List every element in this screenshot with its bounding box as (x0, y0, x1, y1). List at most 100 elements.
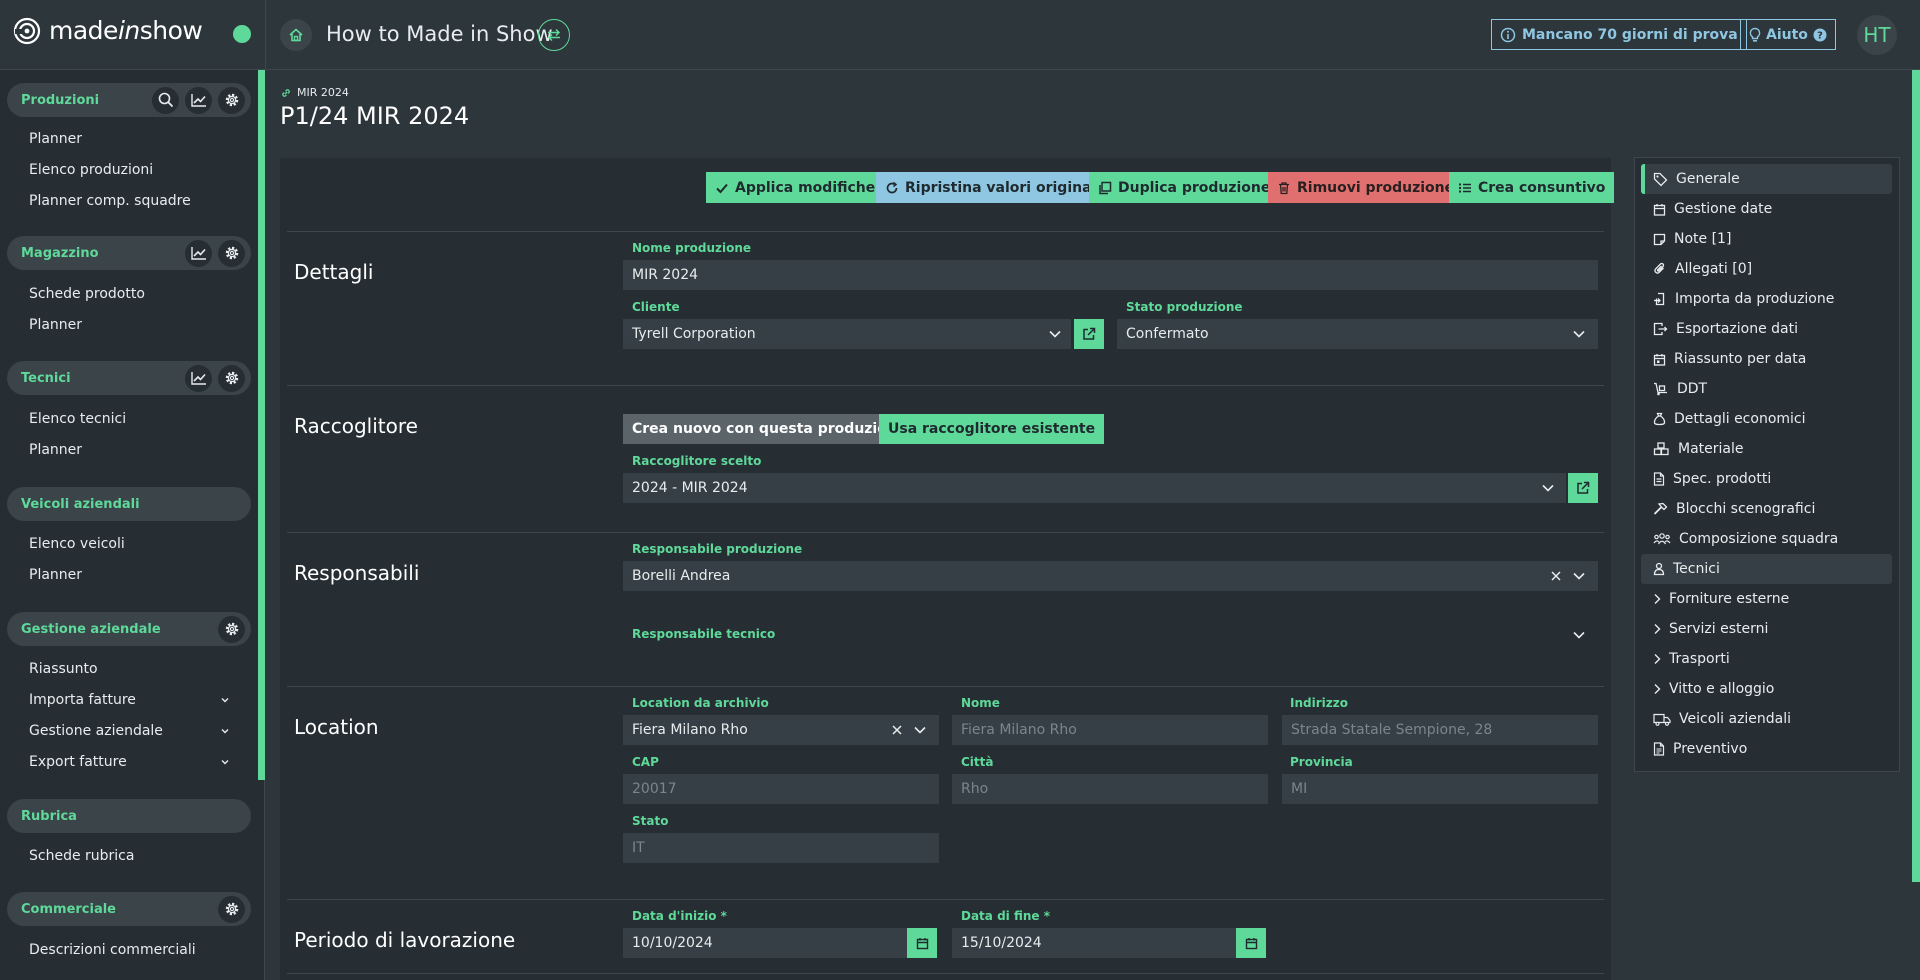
data-inizio-calendar-button[interactable] (907, 928, 937, 958)
sidebar-item-importa-fatture[interactable]: Importa fatture (29, 692, 136, 708)
chevron-down-icon[interactable] (1541, 483, 1555, 493)
use-existing-folder-option[interactable]: Usa raccoglitore esistente (879, 414, 1105, 444)
duplicate-production-button[interactable]: Duplica produzione (1089, 172, 1280, 203)
stato-input[interactable]: IT (623, 833, 939, 863)
nav-generale[interactable]: Generale (1641, 164, 1892, 194)
sidebar-item-planner[interactable]: Planner (29, 131, 82, 147)
search-icon (158, 92, 174, 108)
nav-dettagli-economici[interactable]: Dettagli economici (1641, 404, 1892, 434)
create-new-folder-option[interactable]: Crea nuovo con questa produzione (623, 414, 916, 444)
nav-allegati[interactable]: Allegati [0] (1641, 254, 1892, 284)
export-icon (1653, 322, 1668, 336)
stats-button[interactable] (185, 239, 212, 267)
data-inizio-input[interactable]: 10/10/2024 (623, 928, 907, 958)
avatar[interactable]: HT (1857, 15, 1897, 55)
nav-gestione-date[interactable]: Gestione date (1641, 194, 1892, 224)
nav-importa-da-produzione[interactable]: Importa da produzione (1641, 284, 1892, 314)
sidebar-item-schede-prodotto[interactable]: Schede prodotto (29, 286, 145, 302)
help-button[interactable]: Aiuto ? (1740, 19, 1836, 50)
clear-x-icon[interactable] (1550, 570, 1562, 582)
responsabile-produzione-select[interactable]: Borelli Andrea (623, 561, 1598, 591)
sidebar-group-gestione-aziendale[interactable]: Gestione aziendale (7, 612, 251, 646)
nav-esportazione-dati[interactable]: Esportazione dati (1641, 314, 1892, 344)
search-button[interactable] (152, 86, 179, 114)
nav-ddt[interactable]: DDT (1641, 374, 1892, 404)
nav-veicoli-aziendali[interactable]: Veicoli aziendali (1641, 704, 1892, 734)
trial-text: Mancano 70 giorni di prova (1522, 26, 1738, 43)
nav-riassunto-per-data[interactable]: Riassunto per data (1641, 344, 1892, 374)
settings-button[interactable] (218, 239, 245, 267)
reset-values-button[interactable]: Ripristina valori originali (876, 172, 1111, 203)
chevron-down-icon[interactable] (220, 695, 230, 705)
sidebar-group-rubrica[interactable]: Rubrica (7, 799, 251, 833)
data-fine-calendar-button[interactable] (1236, 928, 1266, 958)
clear-x-icon[interactable] (891, 724, 903, 736)
sidebar-item-export-fatture[interactable]: Export fatture (29, 754, 127, 770)
settings-button[interactable] (218, 615, 245, 643)
nav-spec-prodotti[interactable]: Spec. prodotti (1641, 464, 1892, 494)
sidebar-item-planner-comp-squadre[interactable]: Planner comp. squadre (29, 193, 191, 209)
nav-tecnici[interactable]: Tecnici (1641, 554, 1892, 584)
remove-production-button[interactable]: Rimuovi produzione (1268, 172, 1464, 203)
sidebar-item-gestione-aziendale[interactable]: Gestione aziendale (29, 723, 163, 739)
nav-trasporti[interactable]: Trasporti (1641, 644, 1892, 674)
stats-button[interactable] (185, 364, 212, 392)
settings-button[interactable] (218, 86, 245, 114)
sidebar-scrollbar[interactable] (258, 70, 265, 780)
trial-badge[interactable]: Mancano 70 giorni di prova (1491, 19, 1747, 50)
nav-materiale[interactable]: Materiale (1641, 434, 1892, 464)
nav-servizi-esterni[interactable]: Servizi esterni (1641, 614, 1892, 644)
stats-button[interactable] (185, 86, 212, 114)
sidebar-item-riassunto[interactable]: Riassunto (29, 661, 98, 677)
chevron-down-icon[interactable] (220, 726, 230, 736)
open-cliente-button[interactable] (1074, 319, 1104, 349)
sidebar-group-veicoli-aziendali[interactable]: Veicoli aziendali (7, 487, 251, 521)
sidebar-item-elenco-veicoli[interactable]: Elenco veicoli (29, 536, 125, 552)
chevron-down-icon[interactable] (220, 757, 230, 767)
page-scrollbar[interactable] (1912, 70, 1920, 882)
sidebar-group-commerciale[interactable]: Commerciale (7, 892, 251, 926)
chevron-down-icon[interactable] (1572, 571, 1586, 581)
stato-produzione-select[interactable]: Confermato (1117, 319, 1598, 349)
logo[interactable]: madeinshow (13, 16, 203, 45)
nav-vitto-e-alloggio[interactable]: Vitto e alloggio (1641, 674, 1892, 704)
sidebar-item-planner[interactable]: Planner (29, 442, 82, 458)
cliente-select[interactable]: Tyrell Corporation (623, 319, 1071, 349)
nome-produzione-input[interactable]: MIR 2024 (623, 260, 1598, 290)
chevron-down-icon[interactable] (913, 725, 927, 735)
raccoglitore-scelto-select[interactable]: 2024 - MIR 2024 (623, 473, 1566, 503)
switch-workspace-button[interactable] (538, 19, 570, 51)
nav-forniture-esterne[interactable]: Forniture esterne (1641, 584, 1892, 614)
chevron-down-icon[interactable] (1048, 329, 1062, 339)
sidebar-group-magazzino[interactable]: Magazzino (7, 236, 251, 270)
nav-blocchi-scenografici[interactable]: Blocchi scenografici (1641, 494, 1892, 524)
nav-composizione-squadra[interactable]: Composizione squadra (1641, 524, 1892, 554)
home-button[interactable] (280, 19, 312, 51)
chevron-down-icon[interactable] (1572, 329, 1586, 339)
data-fine-input[interactable]: 15/10/2024 (952, 928, 1236, 958)
settings-button[interactable] (218, 364, 245, 392)
sidebar-item-descrizioni-commerciali[interactable]: Descrizioni commerciali (29, 942, 196, 958)
sidebar-item-planner[interactable]: Planner (29, 567, 82, 583)
create-consuntivo-button[interactable]: Crea consuntivo (1449, 172, 1615, 203)
nav-preventivo[interactable]: Preventivo (1641, 734, 1892, 764)
sidebar-item-elenco-tecnici[interactable]: Elenco tecnici (29, 411, 126, 427)
citta-input[interactable]: Rho (952, 774, 1268, 804)
dolly-icon (1653, 382, 1669, 396)
breadcrumb[interactable]: MIR 2024 (280, 86, 349, 99)
indirizzo-input[interactable]: Strada Statale Sempione, 28 (1282, 715, 1598, 745)
cap-input[interactable]: 20017 (623, 774, 939, 804)
provincia-input[interactable]: MI (1282, 774, 1598, 804)
settings-button[interactable] (218, 895, 245, 923)
open-raccoglitore-button[interactable] (1568, 473, 1598, 503)
sidebar-item-planner[interactable]: Planner (29, 317, 82, 333)
apply-changes-button[interactable]: Applica modifiche (706, 172, 885, 203)
nav-note[interactable]: Note [1] (1641, 224, 1892, 254)
info-icon (1500, 27, 1516, 43)
sidebar-item-schede-rubrica[interactable]: Schede rubrica (29, 848, 134, 864)
sidebar-item-elenco-produzioni[interactable]: Elenco produzioni (29, 162, 153, 178)
sidebar-group-tecnici[interactable]: Tecnici (7, 361, 251, 395)
location-nome-input[interactable]: Fiera Milano Rho (952, 715, 1268, 745)
chevron-down-icon[interactable] (1572, 630, 1586, 640)
sidebar-group-produzioni[interactable]: Produzioni (7, 83, 251, 117)
